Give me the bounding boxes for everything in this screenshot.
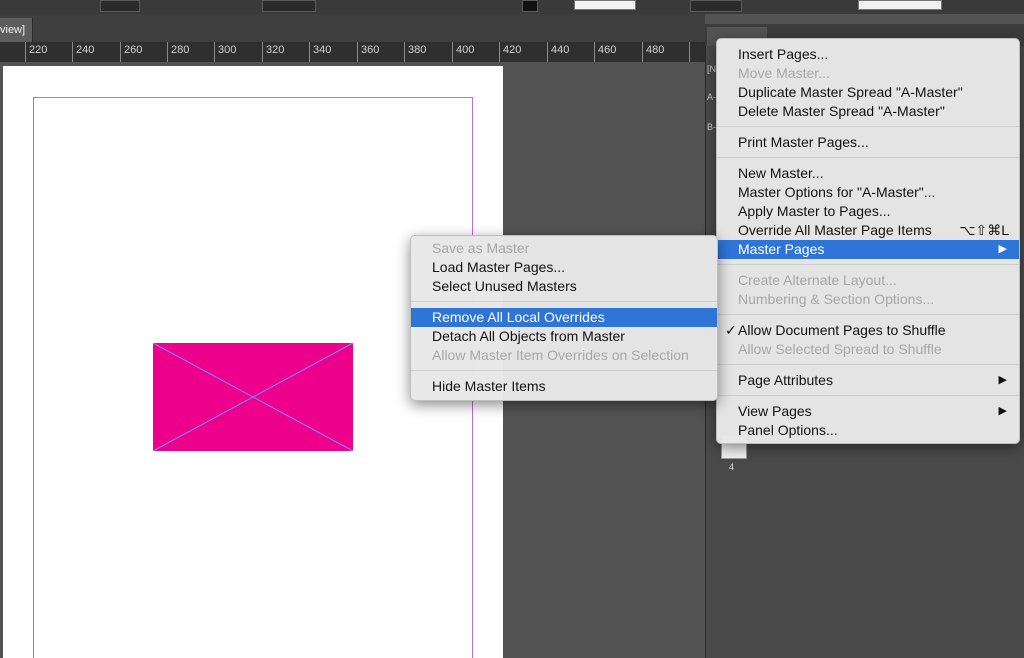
- stroke-swatch[interactable]: [522, 0, 538, 12]
- panel-row-a-master[interactable]: A-: [707, 92, 716, 102]
- ruler-label: 420: [503, 44, 522, 56]
- control-field[interactable]: [100, 0, 140, 12]
- ruler-tick: [262, 42, 263, 62]
- menu-item-duplicate-master-spread[interactable]: Duplicate Master Spread "A-Master": [717, 83, 1019, 102]
- panel-row-none-master[interactable]: [N: [707, 64, 716, 74]
- submenu-arrow-icon: ▶: [998, 405, 1007, 417]
- ruler-tick: [689, 42, 690, 62]
- menu-item-allow-spread-shuffle: Allow Selected Spread to Shuffle: [738, 341, 942, 357]
- menu-item-print-master-pages[interactable]: Print Master Pages...: [717, 133, 1019, 152]
- menu-separator: [717, 126, 1019, 127]
- ruler-label: 280: [171, 44, 190, 56]
- ruler-label: 220: [29, 44, 48, 56]
- document-tab-bar: view]: [0, 14, 705, 42]
- menu-separator: [717, 264, 1019, 265]
- submenu-item-hide-master-items[interactable]: Hide Master Items: [411, 377, 717, 396]
- submenu-item-load-master-pages[interactable]: Load Master Pages...: [411, 258, 717, 277]
- menu-item-allow-document-shuffle[interactable]: ✓ Allow Document Pages to Shuffle: [717, 321, 1019, 340]
- panel-row-b-master[interactable]: B-: [707, 122, 716, 132]
- submenu-item-remove-local-overrides[interactable]: Remove All Local Overrides: [411, 308, 717, 327]
- ruler-label: 480: [646, 44, 665, 56]
- ruler-tick: [120, 42, 121, 62]
- menu-item-master-options[interactable]: Master Options for "A-Master"...: [717, 183, 1019, 202]
- ruler-label: 440: [551, 44, 570, 56]
- menu-item-apply-master[interactable]: Apply Master to Pages...: [717, 202, 1019, 221]
- ruler-label: 400: [456, 44, 475, 56]
- checkmark-icon: ✓: [725, 322, 737, 338]
- submenu-arrow-icon: ▶: [998, 243, 1007, 255]
- menu-item-override-all-master-items[interactable]: Override All Master Page Items ⌥⇧⌘L: [717, 221, 1019, 240]
- menu-separator: [411, 301, 717, 302]
- ruler-tick: [357, 42, 358, 62]
- ruler-label: 320: [266, 44, 285, 56]
- zoom-field[interactable]: [690, 0, 742, 12]
- ruler-tick: [594, 42, 595, 62]
- ruler-label: 360: [361, 44, 380, 56]
- control-field[interactable]: [262, 0, 316, 12]
- menu-item-insert-pages[interactable]: Insert Pages...: [717, 45, 1019, 64]
- menu-item-panel-options[interactable]: Panel Options...: [717, 421, 1019, 440]
- ruler-tick: [547, 42, 548, 62]
- submenu-item-detach-all-objects[interactable]: Detach All Objects from Master: [411, 327, 717, 346]
- submenu-item-save-as-master: Save as Master: [432, 240, 530, 256]
- menu-separator: [717, 314, 1019, 315]
- menu-item-master-pages[interactable]: Master Pages ▶: [717, 240, 1019, 259]
- frame-placeholder-x: [153, 343, 353, 451]
- ruler-label: 460: [598, 44, 617, 56]
- frame-size-field[interactable]: [858, 0, 942, 10]
- stroke-weight-field[interactable]: [574, 0, 636, 10]
- page-number-label: 4: [729, 462, 735, 472]
- menu-item-view-pages[interactable]: View Pages ▶: [717, 402, 1019, 421]
- pages-panel-menu: Insert Pages... Move Master... Duplicate…: [716, 38, 1020, 444]
- horizontal-ruler[interactable]: 220 240 260 280 300 320 340 360 380 400 …: [0, 42, 705, 63]
- shortcut-label: ⌥⇧⌘L: [959, 222, 1009, 238]
- ruler-tick: [404, 42, 405, 62]
- ruler-tick: [214, 42, 215, 62]
- ruler-tick: [25, 42, 26, 62]
- menu-separator: [717, 395, 1019, 396]
- control-bar: [0, 0, 1024, 14]
- ruler-label: 380: [408, 44, 427, 56]
- submenu-item-select-unused-masters[interactable]: Select Unused Masters: [411, 277, 717, 296]
- submenu-arrow-icon: ▶: [998, 374, 1007, 386]
- menu-item-delete-master-spread[interactable]: Delete Master Spread "A-Master": [717, 102, 1019, 121]
- ruler-label: 260: [124, 44, 143, 56]
- empty-graphic-frame[interactable]: [153, 343, 353, 451]
- ruler-tick: [499, 42, 500, 62]
- menu-separator: [717, 364, 1019, 365]
- ruler-tick: [167, 42, 168, 62]
- menu-item-move-master: Move Master...: [738, 65, 830, 81]
- menu-item-create-alternate-layout: Create Alternate Layout...: [738, 272, 897, 288]
- ruler-label: 240: [76, 44, 95, 56]
- ruler-label: 340: [313, 44, 332, 56]
- ruler-tick: [452, 42, 453, 62]
- ruler-tick: [642, 42, 643, 62]
- ruler-tick: [72, 42, 73, 62]
- master-pages-submenu: Save as Master Load Master Pages... Sele…: [410, 235, 718, 401]
- menu-separator: [717, 157, 1019, 158]
- submenu-item-allow-master-overrides: Allow Master Item Overrides on Selection: [432, 347, 689, 363]
- menu-item-numbering-section: Numbering & Section Options...: [738, 291, 935, 307]
- menu-item-page-attributes[interactable]: Page Attributes ▶: [717, 371, 1019, 390]
- ruler-tick: [309, 42, 310, 62]
- document-tab[interactable]: view]: [0, 18, 33, 42]
- menu-item-new-master[interactable]: New Master...: [717, 164, 1019, 183]
- ruler-label: 300: [218, 44, 237, 56]
- menu-separator: [411, 370, 717, 371]
